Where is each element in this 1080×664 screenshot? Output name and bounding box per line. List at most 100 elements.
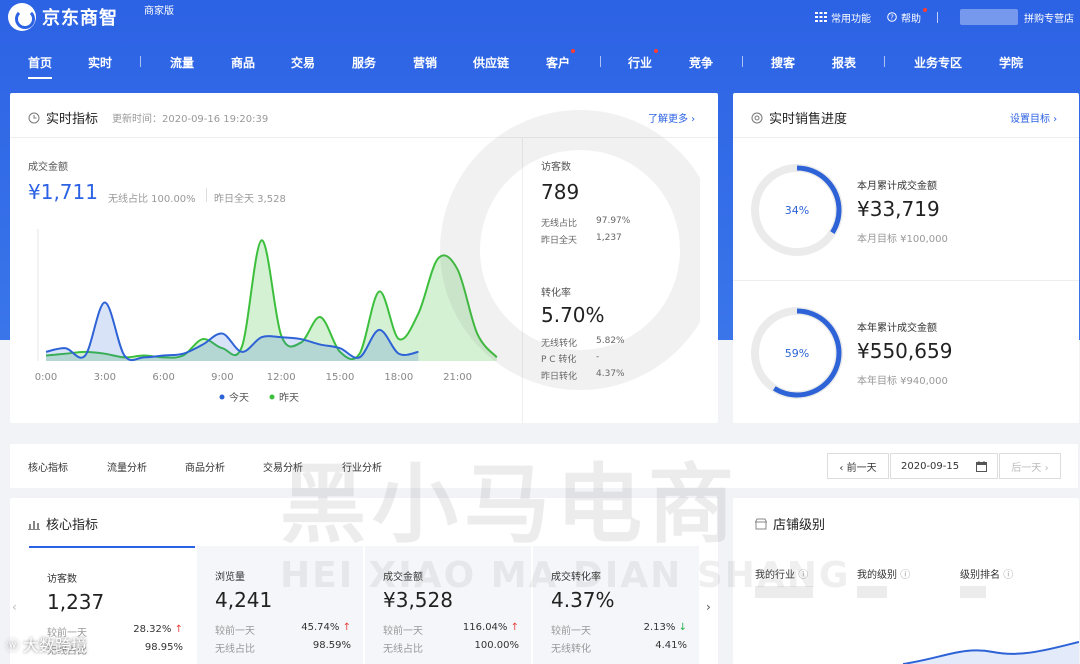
metric-share-label: 无线占比 — [215, 644, 255, 655]
metric-share-label: 无线转化 — [551, 644, 591, 655]
nav-academy[interactable]: 学院 — [999, 54, 1023, 71]
nav-industry[interactable]: 行业 — [628, 54, 652, 71]
nav-divider — [140, 56, 141, 67]
visitors-wireless-value: 97.97% — [596, 216, 630, 226]
sales-progress-title-text: 实时销售进度 — [769, 112, 848, 127]
metric-card-pageviews[interactable]: 浏览量 4,241 较前一天 45.74% ↑ 无线占比 98.59% — [197, 546, 363, 664]
realtime-title-text: 实时指标 — [46, 112, 99, 127]
nav-home[interactable]: 首页 — [28, 54, 53, 79]
tab-core-metrics[interactable]: 核心指标 — [28, 459, 68, 474]
common-functions-button[interactable]: 常用功能 — [815, 10, 871, 25]
metric-value: ¥3,528 — [383, 588, 453, 612]
legend-marker[interactable] — [219, 394, 225, 400]
arrow-down-icon: ↓ — [678, 622, 687, 633]
month-progress-ring: 34% — [751, 164, 843, 256]
main-nav: 首页 实时 流量 商品 交易 服务 营销 供应链 客户 行业 竞争 搜客 报表 … — [0, 46, 1080, 79]
top-bar: 京东商智 商家版 常用功能 ? 帮助 拼购专营店 — [0, 0, 1080, 34]
divider — [733, 280, 1079, 281]
shop-level-title-text: 店铺级别 — [773, 518, 826, 533]
x-tick-label: 3:00 — [94, 372, 116, 383]
nav-product[interactable]: 商品 — [231, 54, 255, 71]
arrow-up-icon: ↑ — [510, 622, 519, 633]
help-icon[interactable]: ⓘ — [798, 570, 808, 581]
nav-divider — [600, 56, 601, 67]
next-day-button[interactable]: 后一天 › — [999, 453, 1061, 479]
shop-name[interactable]: 拼购专营店 — [1024, 10, 1074, 25]
gmv-yesterday-total: 昨日全天 3,528 — [214, 194, 286, 205]
metric-share-value: 100.00% — [474, 640, 520, 651]
visitors-yesterday: 昨日全天 — [541, 233, 577, 246]
x-tick-label: 0:00 — [35, 372, 57, 383]
date-input[interactable]: 2020-09-15 — [890, 453, 998, 479]
kv-value: 1,237 — [596, 233, 622, 243]
legend-label[interactable]: 今天 — [229, 391, 249, 404]
nav-service[interactable]: 服务 — [352, 54, 376, 71]
help-icon[interactable]: ⓘ — [900, 570, 910, 581]
nav-supply-chain[interactable]: 供应链 — [473, 54, 509, 71]
grid-icon — [815, 12, 827, 22]
nav-divider — [884, 56, 885, 67]
nav-business-zone[interactable]: 业务专区 — [914, 54, 962, 71]
year-value: ¥550,659 — [857, 339, 953, 363]
target-icon — [751, 112, 763, 123]
tab-industry-analysis[interactable]: 行业分析 — [342, 459, 382, 474]
arrow-up-icon: ↑ — [174, 624, 183, 635]
month-label: 本月累计成交金额 — [857, 181, 937, 192]
scroll-right-icon[interactable]: › — [706, 600, 711, 614]
metric-label: 浏览量 — [215, 572, 245, 583]
prev-day-button[interactable]: ‹ 前一天 — [827, 453, 889, 479]
visitors-yesterday-value: 1,237 — [596, 233, 622, 243]
nav-customer[interactable]: 客户 — [546, 54, 570, 71]
tab-product-analysis[interactable]: 商品分析 — [185, 459, 225, 474]
nav-search-customer[interactable]: 搜客 — [771, 54, 795, 71]
legend-label[interactable]: 昨天 — [279, 392, 299, 404]
metric-compare-value: 28.32% — [133, 624, 172, 635]
tab-traffic-analysis[interactable]: 流量分析 — [107, 459, 147, 474]
gmv-wireless-share: 无线占比 100.00% — [108, 194, 196, 205]
metric-share-value: 98.95% — [144, 642, 183, 653]
tab-trade-analysis[interactable]: 交易分析 — [263, 459, 303, 474]
divider — [206, 188, 207, 202]
kv-label: 无线占比 — [541, 219, 578, 229]
trend-area — [903, 642, 1079, 664]
nav-reports[interactable]: 报表 — [832, 54, 856, 71]
metric-share-value: 98.59% — [312, 640, 351, 651]
help-icon[interactable]: ⓘ — [1003, 570, 1013, 581]
x-tick-label: 9:00 — [211, 372, 233, 383]
nav-competition[interactable]: 竞争 — [689, 54, 713, 71]
nav-marketing[interactable]: 营销 — [413, 54, 437, 71]
divider — [937, 11, 938, 23]
learn-more-link[interactable]: 了解更多 › — [648, 110, 695, 125]
metric-value: 4.37% — [551, 588, 615, 612]
metric-label: 成交金额 — [383, 572, 423, 583]
legend-marker[interactable] — [269, 394, 275, 400]
realtime-chart: 0:00 3:00 6:00 9:00 12:00 15:00 18:00 21:00 今天 昨天 — [35, 229, 498, 404]
realtime-title: 实时指标 更新时间：2020-09-16 19:20:39 — [28, 108, 268, 127]
my-level-label: 我的级别 ⓘ — [857, 566, 910, 581]
metric-card-gmv[interactable]: 成交金额 ¥3,528 较前一天 116.04% ↑ 无线占比 100.00% — [365, 546, 531, 664]
account-avatar[interactable] — [960, 9, 1018, 25]
nav-industry-dot — [654, 49, 658, 53]
metric-value: 1,237 — [47, 590, 105, 614]
metric-compare-value: 2.13% — [643, 622, 676, 633]
nav-trade[interactable]: 交易 — [291, 54, 315, 71]
metric-label: 访客数 — [47, 574, 77, 585]
year-label: 本年累计成交金额 — [857, 323, 937, 334]
metric-compare-value: 116.04% — [462, 622, 508, 633]
metric-compare-value: 45.74% — [301, 622, 340, 633]
svg-text:?: ? — [890, 14, 894, 22]
prev-day-label: ‹ 前一天 — [839, 462, 877, 474]
set-target-link[interactable]: 设置目标 › — [1010, 110, 1057, 125]
brand-logo[interactable]: 京东商智 — [8, 3, 118, 31]
help-button[interactable]: ? 帮助 — [887, 7, 927, 25]
jd-logo-icon — [8, 3, 36, 31]
calendar-icon — [976, 460, 987, 472]
x-tick-label: 15:00 — [326, 372, 355, 383]
conversion-label: 转化率 — [541, 288, 571, 299]
scroll-left-icon[interactable]: ‹ — [12, 600, 17, 614]
metric-share-value: 4.41% — [655, 640, 687, 651]
nav-traffic[interactable]: 流量 — [170, 54, 194, 71]
metric-card-conversion[interactable]: 成交转化率 4.37% 较前一天 2.13% ↓ 无线转化 4.41% — [533, 546, 699, 664]
nav-realtime[interactable]: 实时 — [88, 54, 112, 71]
year-percent: 59% — [785, 347, 809, 360]
